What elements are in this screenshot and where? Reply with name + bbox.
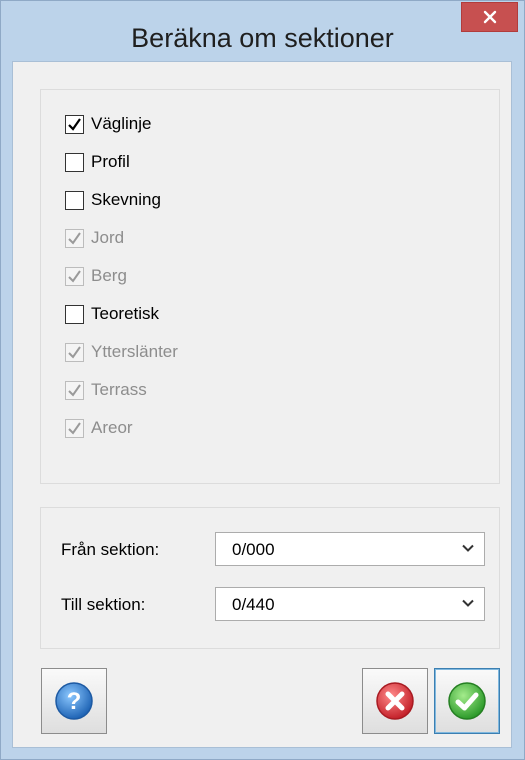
- option-teoretisk[interactable]: Teoretisk: [65, 302, 159, 326]
- checkbox[interactable]: [65, 152, 84, 172]
- checkmark-icon: [68, 421, 81, 435]
- cancel-icon: [376, 682, 414, 720]
- option-label: Terrass: [91, 380, 147, 399]
- option-label: Väglinje: [91, 114, 152, 133]
- option-profil[interactable]: Profil: [65, 150, 130, 174]
- checkbox[interactable]: [65, 304, 84, 324]
- option-ytterslanter: Ytterslänter: [65, 340, 178, 364]
- option-vaglinje[interactable]: Väglinje: [65, 112, 152, 136]
- option-label: Jord: [91, 228, 125, 247]
- option-skevning[interactable]: Skevning: [65, 188, 161, 212]
- option-label: Skevning: [91, 190, 161, 209]
- close-button[interactable]: [461, 2, 518, 32]
- ok-button[interactable]: [434, 668, 500, 734]
- options-group: Väglinje Profil Skevning Jord Berg Teore…: [40, 89, 500, 484]
- ok-icon: [448, 682, 486, 720]
- option-label: Areor: [91, 418, 133, 437]
- from-section-value: 0/000: [232, 540, 275, 559]
- option-label: Profil: [91, 152, 130, 171]
- dialog-window: Beräkna om sektioner Väglinje Profil Ske…: [0, 0, 525, 760]
- checkmark-icon: [68, 269, 81, 283]
- option-label: Ytterslänter: [91, 342, 178, 361]
- checkbox: [65, 418, 84, 438]
- checkbox[interactable]: [65, 114, 84, 134]
- chevron-down-icon: [462, 544, 474, 552]
- section-range-group: Från sektion: 0/000 Till sektion: 0/440: [40, 507, 500, 649]
- close-icon: [483, 10, 496, 24]
- checkbox: [65, 342, 84, 362]
- option-jord: Jord: [65, 226, 124, 250]
- checkbox[interactable]: [65, 190, 84, 210]
- option-terrass: Terrass: [65, 378, 147, 402]
- help-button[interactable]: ?: [41, 668, 107, 734]
- checkbox: [65, 266, 84, 286]
- window-title: Beräkna om sektioner: [131, 23, 394, 53]
- checkmark-icon: [68, 345, 81, 359]
- to-section-label: Till sektion:: [61, 595, 146, 614]
- chevron-down-icon: [462, 599, 474, 607]
- from-section-label: Från sektion:: [61, 540, 160, 559]
- checkmark-icon: [68, 117, 81, 131]
- dialog-body: Väglinje Profil Skevning Jord Berg Teore…: [12, 61, 512, 748]
- cancel-button[interactable]: [362, 668, 428, 734]
- checkmark-icon: [68, 383, 81, 397]
- checkbox: [65, 228, 84, 248]
- to-section-select[interactable]: 0/440: [215, 587, 485, 621]
- checkmark-icon: [68, 231, 81, 245]
- option-areor: Areor: [65, 416, 133, 440]
- from-section-select[interactable]: 0/000: [215, 532, 485, 566]
- checkbox: [65, 380, 84, 400]
- option-berg: Berg: [65, 264, 127, 288]
- help-icon: ?: [55, 682, 93, 720]
- svg-text:?: ?: [67, 688, 82, 715]
- option-label: Teoretisk: [91, 304, 160, 323]
- option-label: Berg: [91, 266, 127, 285]
- to-section-value: 0/440: [232, 595, 275, 614]
